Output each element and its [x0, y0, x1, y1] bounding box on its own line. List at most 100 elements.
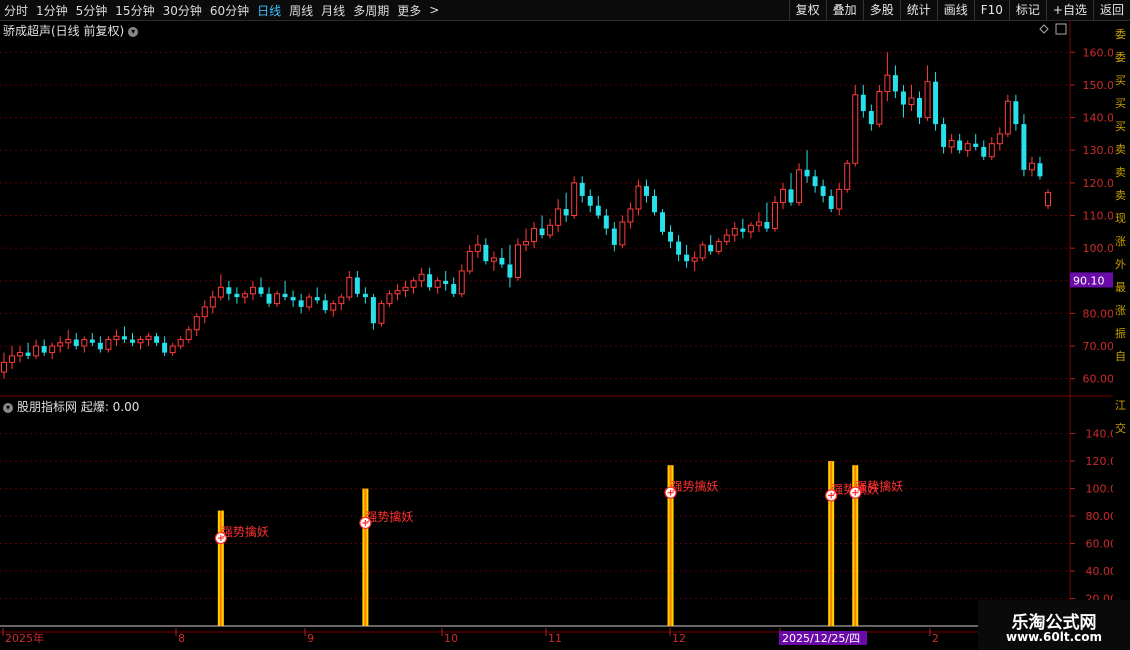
candle-body: [25, 352, 31, 356]
x-axis-label: 9: [307, 632, 314, 645]
quote-label-10: 外: [1115, 258, 1126, 271]
candle-body: [1037, 163, 1043, 177]
candle-body: [764, 222, 770, 229]
candle-body: [788, 189, 794, 203]
candle-body: [258, 287, 264, 294]
candle-body: [708, 244, 714, 252]
candle-body: [169, 345, 176, 354]
candle-body: [627, 208, 634, 223]
candle-body: [571, 182, 578, 216]
candle-body: [338, 296, 345, 305]
candle-body: [241, 293, 248, 298]
main-y-tick-label: 100.0: [1083, 242, 1115, 255]
candle-body: [81, 339, 88, 347]
candle-body: [282, 293, 288, 298]
candle-body: [322, 300, 328, 311]
candle-body: [836, 188, 843, 210]
diamond-icon[interactable]: [1039, 24, 1049, 34]
candle-body: [988, 143, 995, 158]
window-restore-icon[interactable]: [1055, 23, 1067, 35]
quote-label-14: 自: [1115, 350, 1126, 363]
candle-body: [370, 297, 376, 324]
candle-body: [121, 336, 127, 340]
candle-body: [547, 224, 554, 236]
candle-body: [193, 316, 200, 331]
candle-body: [483, 244, 489, 262]
x-axis-label: 2: [932, 632, 939, 645]
candle-body: [378, 303, 385, 324]
candle-body: [755, 221, 762, 226]
collapse-icon[interactable]: ▾: [3, 402, 13, 413]
candle-body: [860, 94, 866, 112]
candle-body: [330, 303, 337, 311]
candle-body: [981, 146, 987, 157]
candle-body: [1004, 100, 1011, 135]
candle-body: [828, 195, 834, 209]
candle-body: [394, 290, 401, 295]
candle-body: [643, 186, 649, 196]
candle-body: [105, 339, 112, 350]
candle-body: [731, 228, 738, 236]
candle-body: [876, 90, 883, 125]
chart-area[interactable]: 160.0150.0140.0130.0120.0110.0100.090.00…: [0, 0, 1130, 650]
candle-body: [177, 339, 184, 347]
candle-body: [523, 241, 529, 246]
candle-body: [619, 221, 626, 246]
candle-body: [684, 254, 690, 262]
current-price-text: 90.10: [1073, 274, 1105, 287]
candle-body: [868, 111, 874, 125]
candle-body: [507, 264, 513, 278]
candle-body: [1045, 192, 1051, 207]
candle-body: [852, 94, 859, 164]
quote-label-12: 涨: [1115, 304, 1126, 317]
quote-label-6: 卖: [1115, 166, 1126, 179]
candle-body: [427, 274, 433, 288]
quote-label-1: 委: [1115, 51, 1126, 64]
candle-body: [274, 293, 281, 305]
watermark: 乐淘公式网 www.60lt.com: [978, 600, 1130, 650]
candle-body: [33, 345, 40, 357]
indicator-title: 股朋指标网 起爆: 0.00: [17, 400, 140, 414]
candle-body: [145, 335, 152, 341]
candle-body: [660, 212, 666, 232]
candle-body: [723, 234, 730, 243]
main-y-tick-label: 110.0: [1083, 210, 1115, 223]
candle-body: [290, 297, 296, 301]
candle-body: [434, 280, 441, 288]
quote-label-13: 振: [1115, 327, 1126, 340]
main-y-tick-label: 140.0: [1083, 112, 1115, 125]
candle-body: [57, 342, 64, 347]
x-axis-label: 11: [548, 632, 562, 645]
candle-body: [740, 228, 746, 232]
x-axis-label: 10: [444, 632, 458, 645]
candle-body: [531, 228, 538, 243]
candle-body: [346, 277, 353, 298]
candle-body: [844, 162, 851, 190]
candle-body: [796, 169, 803, 203]
candle-body: [154, 336, 160, 343]
candle-body: [514, 244, 521, 279]
candle-body: [747, 224, 754, 233]
candle-body: [668, 231, 674, 242]
candle-body: [715, 241, 722, 252]
signal-label: 强势擒妖: [365, 509, 413, 524]
candle-body: [162, 342, 168, 353]
candle-body: [314, 297, 320, 301]
candle-body: [957, 140, 963, 151]
candle-body: [49, 345, 56, 354]
candle-body: [924, 81, 931, 119]
candle-body: [917, 98, 922, 118]
candle-body: [410, 280, 417, 288]
x-axis-label: 8: [178, 632, 185, 645]
candle-body: [451, 284, 457, 294]
main-y-tick-label: 160.0: [1083, 46, 1115, 59]
quote-label-3: 买: [1115, 97, 1126, 110]
candle-body: [298, 300, 304, 307]
main-y-tick-label: 120.0: [1083, 177, 1115, 190]
candle-body: [65, 339, 72, 344]
candle-body: [964, 143, 971, 151]
candle-body: [948, 139, 955, 148]
candle-body: [354, 277, 360, 294]
candle-body: [458, 270, 465, 295]
candle-body: [418, 273, 425, 282]
